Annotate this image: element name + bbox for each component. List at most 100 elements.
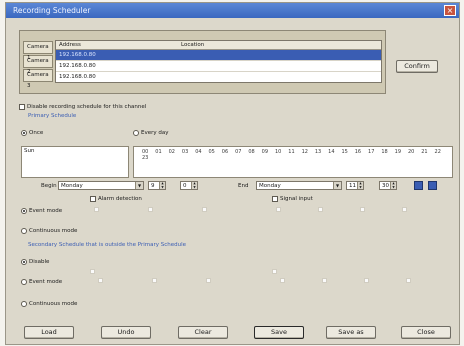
event-option[interactable]: [360, 207, 365, 212]
begin-day-value: Monday: [61, 183, 83, 189]
hour-label: 17: [368, 149, 375, 155]
hour-label: 23: [142, 155, 149, 161]
end-day-select[interactable]: Monday ▼: [256, 181, 342, 190]
date-list[interactable]: Sun: [21, 146, 129, 178]
event-mode-label: Event mode: [29, 208, 63, 214]
remove-schedule-icon[interactable]: [428, 181, 437, 190]
undo-button[interactable]: Undo: [101, 326, 151, 339]
scheduler-window: Recording Scheduler × Camera 1 Camera 2 …: [5, 2, 460, 345]
secondary-section-title: Secondary Schedule that is outside the P…: [28, 242, 187, 248]
camera-table: Address Location 192.168.0.80 192.168.0.…: [55, 40, 382, 83]
hour-label: 12: [301, 149, 308, 155]
secondary-option[interactable]: [90, 269, 95, 274]
event-mode-radio[interactable]: [21, 208, 27, 214]
continuous-mode-label: Continuous mode: [29, 228, 78, 234]
signal-input-label: Signal input: [280, 196, 313, 202]
secondary-event-label: Event mode: [29, 279, 63, 285]
save-as-button[interactable]: Save as: [326, 326, 376, 339]
secondary-continuous-radio[interactable]: [21, 301, 27, 307]
title-bar: Recording Scheduler ×: [6, 3, 459, 18]
end-minute-spinner[interactable]: 30 ▲ ▼: [379, 181, 397, 190]
hour-label: 09: [261, 149, 269, 155]
secondary-continuous-label: Continuous mode: [29, 301, 78, 307]
camera-item[interactable]: Camera 2: [23, 55, 53, 75]
disable-schedule-label: Disable recording schedule for this chan…: [27, 104, 147, 110]
event-option[interactable]: [402, 207, 407, 212]
hour-label: 05: [208, 149, 215, 155]
column-header-address[interactable]: Address: [59, 41, 81, 49]
camera-list: Camera 1 Camera 2 Camera 3: [23, 41, 53, 89]
event-option[interactable]: [94, 207, 99, 212]
everyday-radio[interactable]: [133, 130, 139, 136]
hour-label: 01: [155, 149, 162, 155]
table-header: Address Location: [56, 41, 381, 50]
camera-item[interactable]: Camera 1: [23, 41, 53, 61]
hour-label: 14: [328, 149, 335, 155]
load-button[interactable]: Load: [24, 326, 74, 339]
spin-arrows-icon: ▲ ▼: [357, 181, 363, 189]
disable-schedule-checkbox[interactable]: [19, 104, 25, 110]
close-button[interactable]: Close: [401, 326, 451, 339]
end-hour-spinner[interactable]: 11 ▲ ▼: [346, 181, 364, 190]
hour-label: 04: [195, 149, 202, 155]
hour-label: 22: [434, 149, 441, 155]
begin-label: Begin: [41, 183, 57, 189]
clear-button[interactable]: Clear: [178, 326, 228, 339]
signal-input-checkbox[interactable]: [272, 196, 278, 202]
address-cell: 192.168.0.80: [59, 52, 96, 58]
hour-label: 11: [288, 149, 295, 155]
hour-label: 16: [354, 149, 362, 155]
hour-label: 06: [221, 149, 229, 155]
chevron-down-icon: ▼: [135, 182, 143, 189]
hour-ruler: 00 01 02 03 04 05 06 07 08 09 10 11 12 13 14 15 16 17 18 19…: [142, 149, 459, 161]
confirm-button[interactable]: Confirm: [396, 60, 438, 73]
hour-label: 03: [181, 149, 189, 155]
camera-item[interactable]: Camera 3: [23, 69, 53, 89]
window-title: Recording Scheduler: [13, 6, 91, 15]
camera-panel: Camera 1 Camera 2 Camera 3 Address Locat…: [19, 30, 386, 94]
secondary-option[interactable]: [152, 278, 157, 283]
once-radio[interactable]: [21, 130, 27, 136]
alarm-detection-checkbox[interactable]: [90, 196, 96, 202]
everyday-label: Every day: [141, 130, 169, 136]
table-row[interactable]: 192.168.0.80: [56, 50, 381, 61]
secondary-option[interactable]: [98, 278, 103, 283]
begin-day-select[interactable]: Monday ▼: [58, 181, 144, 190]
hour-label: 18: [381, 149, 388, 155]
address-cell: 192.168.0.80: [59, 74, 96, 80]
column-header-location[interactable]: Location: [181, 41, 204, 49]
hour-label: 02: [168, 149, 175, 155]
secondary-event-radio[interactable]: [21, 279, 27, 285]
spin-arrows-icon: ▲ ▼: [191, 181, 197, 189]
secondary-option[interactable]: [406, 278, 411, 283]
hour-label: 08: [248, 149, 255, 155]
secondary-option[interactable]: [322, 278, 327, 283]
address-cell: 192.168.0.80: [59, 63, 96, 69]
event-option[interactable]: [202, 207, 207, 212]
secondary-option[interactable]: [280, 278, 285, 283]
begin-minute-spinner[interactable]: 0 ▲ ▼: [180, 181, 198, 190]
hour-label: 21: [421, 149, 428, 155]
table-row[interactable]: 192.168.0.80: [56, 61, 381, 72]
hour-label: 19: [394, 149, 402, 155]
secondary-option[interactable]: [206, 278, 211, 283]
table-row[interactable]: 192.168.0.80: [56, 72, 381, 82]
add-schedule-icon[interactable]: [414, 181, 423, 190]
close-icon[interactable]: ×: [444, 5, 456, 16]
secondary-option[interactable]: [272, 269, 277, 274]
begin-hour-spinner[interactable]: 9 ▲ ▼: [148, 181, 166, 190]
secondary-disable-radio[interactable]: [21, 259, 27, 265]
event-option[interactable]: [148, 207, 153, 212]
alarm-detection-label: Alarm detection: [98, 196, 142, 202]
event-option[interactable]: [318, 207, 323, 212]
primary-section-title: Primary Schedule: [28, 113, 77, 119]
secondary-option[interactable]: [364, 278, 369, 283]
spin-arrows-icon: ▲ ▼: [390, 181, 396, 189]
continuous-mode-radio[interactable]: [21, 228, 27, 234]
event-option[interactable]: [276, 207, 281, 212]
save-button[interactable]: Save: [254, 326, 304, 339]
hour-label: 13: [314, 149, 322, 155]
spin-arrows-icon: ▲ ▼: [159, 181, 165, 189]
hour-label: 07: [235, 149, 242, 155]
hour-label: 15: [341, 149, 348, 155]
